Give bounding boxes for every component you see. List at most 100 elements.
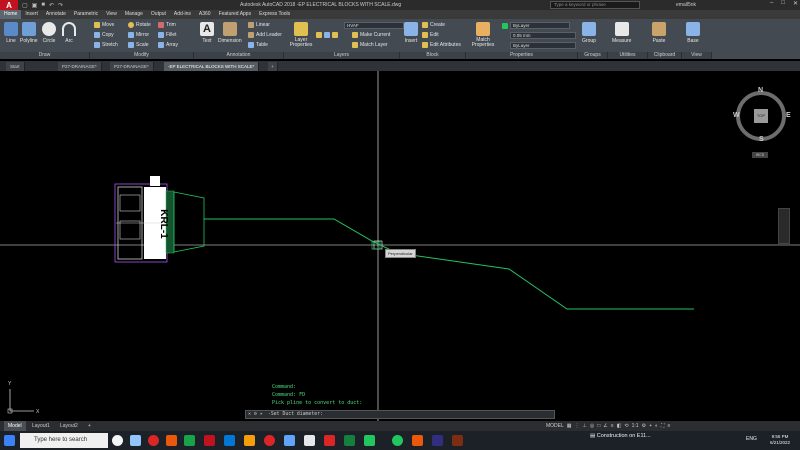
layer-freeze-icon[interactable] (316, 32, 322, 38)
app-icon[interactable] (364, 435, 375, 446)
ribbon-tab-home[interactable]: Home (0, 10, 22, 19)
add-layout-icon[interactable]: + (84, 421, 95, 431)
close-icon[interactable]: ✕ (248, 411, 251, 418)
app-icon[interactable] (412, 435, 423, 446)
match-layer-button[interactable]: Match Layer (352, 42, 388, 48)
ribbon-tab-parametric[interactable]: Parametric (70, 10, 102, 19)
polar-icon[interactable]: ◎ (590, 423, 594, 429)
chrome-icon[interactable] (148, 435, 159, 446)
isolate-icon[interactable]: ◐ (655, 423, 658, 429)
compass-n[interactable]: N (758, 87, 763, 94)
annotation-scale[interactable]: 1:1 (632, 423, 639, 429)
linear-dropdown[interactable]: Linear (248, 22, 270, 28)
chrome-icon[interactable] (264, 435, 275, 446)
model-space-toggle[interactable]: MODEL (546, 423, 564, 429)
annotation-panel-title[interactable]: Annotation (194, 52, 284, 59)
doc-tab-start[interactable]: Start (6, 62, 25, 71)
close-icon[interactable]: ✕ (793, 0, 798, 7)
annotation-monitor-icon[interactable]: + (649, 423, 652, 429)
photoshop-icon[interactable] (452, 435, 463, 446)
match-properties-button[interactable]: Match Properties (470, 22, 496, 48)
duct-polyline[interactable] (204, 218, 694, 310)
rotate-button[interactable]: Rotate (128, 22, 151, 28)
compass-e[interactable]: E (786, 112, 791, 119)
start-icon[interactable] (4, 435, 15, 446)
cortana-icon[interactable] (112, 435, 123, 446)
fillet-button[interactable]: Fillet (158, 32, 177, 38)
excel-icon[interactable] (184, 435, 195, 446)
groups-panel-title[interactable]: Groups (578, 52, 608, 59)
draw-panel-title[interactable]: Draw (0, 52, 90, 59)
scale-button[interactable]: Scale (128, 42, 149, 48)
redo-icon[interactable]: ↷ (58, 2, 63, 9)
app-icon[interactable] (344, 435, 355, 446)
copy-button[interactable]: Copy (94, 32, 114, 38)
osnap-icon[interactable]: □ (597, 423, 600, 429)
drawing-svg[interactable]: KRL-1 Y X (0, 71, 800, 421)
leader-dropdown[interactable]: Add Leader (248, 32, 282, 38)
utilities-panel-title[interactable]: Utilities (608, 52, 648, 59)
workspace-gear-icon[interactable]: ⚙ (642, 423, 646, 429)
snap-icon[interactable]: ⋮ (575, 423, 580, 429)
view-panel-title[interactable]: View (682, 52, 712, 59)
linetype-dropdown[interactable]: ByLayer (510, 42, 576, 49)
wrench-icon[interactable]: ⚙ (254, 411, 257, 418)
layout-tab-model[interactable]: Model (4, 421, 26, 431)
circle-button[interactable]: Circle (42, 22, 56, 44)
block-panel-title[interactable]: Block (400, 52, 466, 59)
minimize-icon[interactable]: – (770, 0, 773, 7)
transparency-icon[interactable]: ◧ (617, 423, 622, 429)
layer-properties-button[interactable]: Layer Properties (288, 22, 314, 48)
trim-button[interactable]: Trim (158, 22, 176, 28)
ribbon-tab-add-ins[interactable]: Add-ins (170, 10, 195, 19)
arc-button[interactable]: Arc (62, 22, 76, 44)
dimension-button[interactable]: Dimension (218, 22, 242, 44)
text-button[interactable]: A Text (200, 22, 214, 44)
make-current-button[interactable]: Make Current (352, 32, 390, 38)
viewcube[interactable]: TOP (736, 91, 786, 141)
outlook-icon[interactable] (224, 435, 235, 446)
base-button[interactable]: Base (686, 22, 700, 44)
system-clock[interactable]: 9:56 PM 6/21/2022 (770, 434, 790, 446)
user-account[interactable]: emall5nk (676, 2, 696, 8)
app-icon[interactable] (304, 435, 315, 446)
ribbon-tab-a360[interactable]: A360 (195, 10, 215, 19)
compass-w[interactable]: W (733, 112, 740, 119)
news-text[interactable]: Construction on E11... (597, 433, 651, 439)
properties-panel-title[interactable]: Properties (466, 52, 578, 59)
navigation-bar[interactable] (778, 208, 790, 244)
task-view-icon[interactable] (130, 435, 141, 446)
array-button[interactable]: Array (158, 42, 178, 48)
ribbon-tab-manage[interactable]: Manage (121, 10, 147, 19)
doc-tab-drainage-2[interactable]: P27-DRAINAGE* (110, 62, 154, 71)
line-button[interactable]: Line (4, 22, 18, 44)
measure-button[interactable]: Measure (612, 22, 631, 44)
drawing-canvas[interactable]: KRL-1 Y X TOP N S E W WCS Perpendicular … (0, 71, 800, 421)
edit-attributes-button[interactable]: Edit Attributes (422, 42, 461, 48)
language-indicator[interactable]: ENG (746, 436, 757, 442)
selection-cycling-icon[interactable]: ⟲ (624, 423, 628, 429)
layer-dropdown[interactable]: HVAF (344, 22, 404, 29)
color-dropdown[interactable]: ByLayer (510, 22, 570, 29)
autocad-logo[interactable]: A (0, 0, 18, 10)
doc-tab-drainage-1[interactable]: P27-DRAINAGE* (58, 62, 102, 71)
autocad-taskbar-icon[interactable] (204, 435, 215, 446)
command-line-input[interactable]: ✕ ⚙ ▸ -Set Duct diameter: (245, 410, 555, 419)
office-icon[interactable] (166, 435, 177, 446)
lineweight-dropdown[interactable]: 0.05 mm (510, 32, 576, 39)
create-block-button[interactable]: Create (422, 22, 445, 28)
clipboard-panel-title[interactable]: Clipboard (648, 52, 682, 59)
table-button[interactable]: Table (248, 42, 268, 48)
taskbar-search-input[interactable]: Type here to search (20, 433, 108, 448)
ribbon-tab-featured-apps[interactable]: Featured Apps (215, 10, 256, 19)
help-search-input[interactable]: Type a keyword or phrase (550, 1, 640, 9)
viewcube-top-face[interactable]: TOP (754, 109, 768, 123)
group-button[interactable]: Group (582, 22, 596, 44)
undo-icon[interactable]: ↶ (49, 2, 54, 9)
save-icon[interactable]: ■ (41, 2, 45, 9)
ribbon-tab-express-tools[interactable]: Express Tools (255, 10, 294, 19)
stretch-button[interactable]: Stretch (94, 42, 118, 48)
lineweight-icon[interactable]: ≡ (611, 423, 614, 429)
otrack-icon[interactable]: ∠ (603, 423, 607, 429)
new-tab-icon[interactable]: + (268, 62, 278, 71)
